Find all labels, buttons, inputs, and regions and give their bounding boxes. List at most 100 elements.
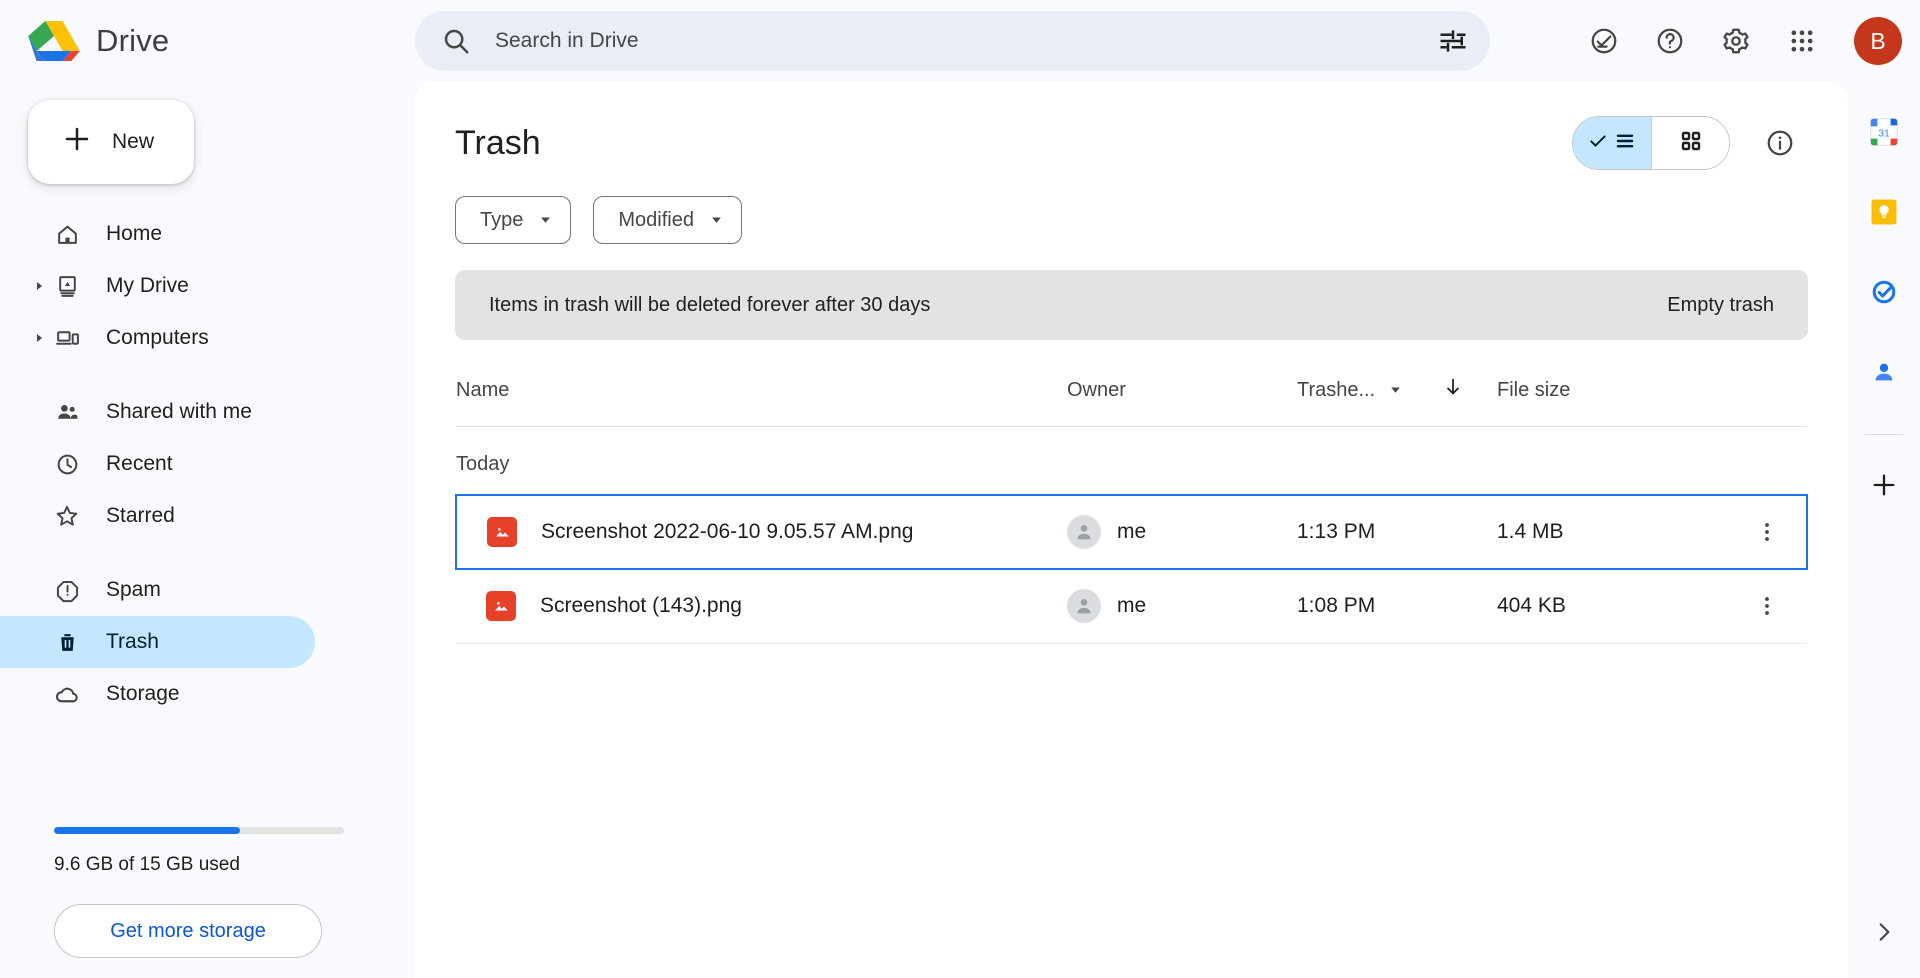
table-header-row: Name Owner Trashe... File size — [456, 362, 1807, 427]
google-calendar-icon[interactable]: 31 — [1858, 106, 1910, 158]
owner-avatar-icon — [1067, 589, 1101, 624]
spam-icon — [50, 578, 84, 603]
table-row[interactable]: Screenshot (143).png me 1:08 PM 404 KB — [456, 569, 1807, 644]
chevron-right-icon[interactable] — [28, 281, 50, 291]
chevron-down-icon — [539, 209, 552, 232]
file-owner-cell: me — [1067, 494, 1297, 570]
column-header-owner[interactable]: Owner — [1067, 362, 1297, 427]
help-icon[interactable] — [1642, 13, 1698, 69]
search-options-icon[interactable] — [1430, 18, 1476, 64]
sidebar-item-starred[interactable]: Starred — [0, 490, 315, 542]
sidebar-item-label: Shared with me — [106, 400, 252, 423]
image-file-icon — [486, 591, 516, 622]
file-trashed-cell: 1:08 PM — [1297, 569, 1497, 644]
filter-chip-type[interactable]: Type — [455, 196, 572, 244]
group-header-label: Today — [456, 453, 510, 475]
expand-rail-button[interactable] — [1871, 919, 1897, 950]
filter-chips: Type Modified — [455, 186, 1808, 244]
cloud-icon — [50, 681, 84, 708]
avatar[interactable]: B — [1854, 17, 1902, 65]
star-icon — [50, 503, 84, 529]
more-actions-icon[interactable] — [1727, 520, 1806, 544]
storage-used-text: 9.6 GB of 15 GB used — [54, 854, 240, 875]
sidebar-item-computers[interactable]: Computers — [0, 312, 315, 364]
drive-app: Drive Search in Drive B New Home My Driv… — [0, 0, 1920, 978]
drive-logo-icon — [28, 18, 80, 64]
file-size-cell: 404 KB — [1497, 569, 1727, 644]
file-owner-label: me — [1117, 594, 1147, 618]
column-header-actions — [1727, 362, 1807, 427]
file-name-cell[interactable]: Screenshot (143).png — [456, 569, 1067, 644]
people-icon — [50, 400, 84, 425]
column-header-name[interactable]: Name — [456, 362, 1067, 427]
files-table-head: Name Owner Trashe... File size — [456, 362, 1807, 427]
activity-check-icon[interactable] — [1576, 13, 1632, 69]
file-owner-cell: me — [1067, 569, 1297, 644]
search-input[interactable] — [471, 29, 1430, 53]
calendar-day-number: 31 — [1878, 128, 1890, 139]
google-contacts-icon[interactable] — [1858, 346, 1910, 398]
sidebar-nav: Home My Drive Computers Shared with me R… — [0, 208, 415, 720]
panel-header: Trash — [455, 82, 1808, 186]
sidebar-item-label: Spam — [106, 578, 161, 601]
add-shortcut-button[interactable] — [1858, 459, 1910, 511]
nav-divider-space — [0, 364, 415, 386]
top-bar: Drive Search in Drive B — [0, 0, 1920, 82]
chevron-down-icon — [710, 209, 723, 232]
search-icon — [441, 26, 471, 56]
google-keep-icon[interactable] — [1858, 186, 1910, 238]
more-actions-icon[interactable] — [1727, 594, 1807, 618]
sidebar-item-shared-with-me[interactable]: Shared with me — [0, 386, 315, 438]
grid-view-button[interactable] — [1651, 117, 1729, 169]
sidebar-item-storage[interactable]: Storage — [0, 668, 315, 720]
details-info-button[interactable] — [1752, 115, 1808, 171]
sidebar-item-home[interactable]: Home — [0, 208, 315, 260]
sidebar-item-spam[interactable]: Spam — [0, 564, 315, 616]
file-actions-cell — [1727, 569, 1807, 644]
sidebar-item-trash[interactable]: Trash — [0, 616, 315, 668]
sidebar-item-label: Starred — [106, 504, 175, 527]
file-actions-cell — [1727, 494, 1808, 570]
group-header-row: Today — [456, 427, 1807, 496]
chevron-right-icon[interactable] — [28, 333, 50, 343]
content-panel: Trash Type Modified Items in trash will … — [415, 82, 1848, 978]
filter-chip-label: Type — [480, 208, 524, 231]
sort-descending-icon[interactable] — [1416, 376, 1464, 404]
files-table: Name Owner Trashe... File size Today Scr… — [455, 362, 1808, 644]
owner-avatar-icon — [1067, 515, 1101, 549]
empty-trash-button[interactable]: Empty trash — [1667, 294, 1774, 317]
file-name-label: Screenshot 2022-06-10 9.05.57 AM.png — [541, 520, 914, 543]
storage-progress-bar — [54, 827, 344, 834]
brand-area[interactable]: Drive — [0, 18, 415, 64]
filter-chip-label: Modified — [618, 208, 694, 231]
column-header-file-size[interactable]: File size — [1497, 362, 1727, 427]
list-view-button[interactable] — [1573, 117, 1651, 169]
file-trashed-cell: 1:13 PM — [1297, 494, 1497, 570]
files-table-body: Today Screenshot 2022-06-10 9.05.57 AM.pn… — [455, 427, 1808, 644]
sidebar: New Home My Drive Computers Shared with … — [0, 82, 415, 978]
table-row[interactable]: Screenshot 2022-06-10 9.05.57 AM.png me 1:… — [455, 494, 1808, 570]
get-more-storage-button[interactable]: Get more storage — [54, 904, 322, 958]
new-button[interactable]: New — [28, 100, 194, 184]
settings-gear-icon[interactable] — [1708, 13, 1764, 69]
sidebar-item-my-drive[interactable]: My Drive — [0, 260, 315, 312]
sidebar-item-label: Computers — [106, 326, 209, 349]
column-header-trashed[interactable]: Trashe... — [1297, 362, 1497, 427]
file-name-cell[interactable]: Screenshot 2022-06-10 9.05.57 AM.png — [455, 494, 1067, 570]
sidebar-item-label: Trash — [106, 630, 159, 653]
app-body: New Home My Drive Computers Shared with … — [0, 82, 1920, 978]
sidebar-item-label: My Drive — [106, 274, 189, 297]
trash-icon — [50, 630, 84, 655]
search-area — [415, 11, 1576, 71]
sidebar-item-recent[interactable]: Recent — [0, 438, 315, 490]
file-name-label: Screenshot (143).png — [540, 594, 742, 618]
google-tasks-icon[interactable] — [1858, 266, 1910, 318]
filter-chip-modified[interactable]: Modified — [593, 196, 742, 244]
home-icon — [50, 222, 84, 247]
apps-grid-icon[interactable] — [1774, 13, 1830, 69]
side-rail: 31 — [1848, 82, 1920, 978]
grid-icon — [1679, 129, 1703, 158]
file-size-cell: 1.4 MB — [1497, 494, 1727, 570]
view-toggle — [1572, 116, 1730, 170]
search-bar[interactable] — [415, 11, 1490, 71]
